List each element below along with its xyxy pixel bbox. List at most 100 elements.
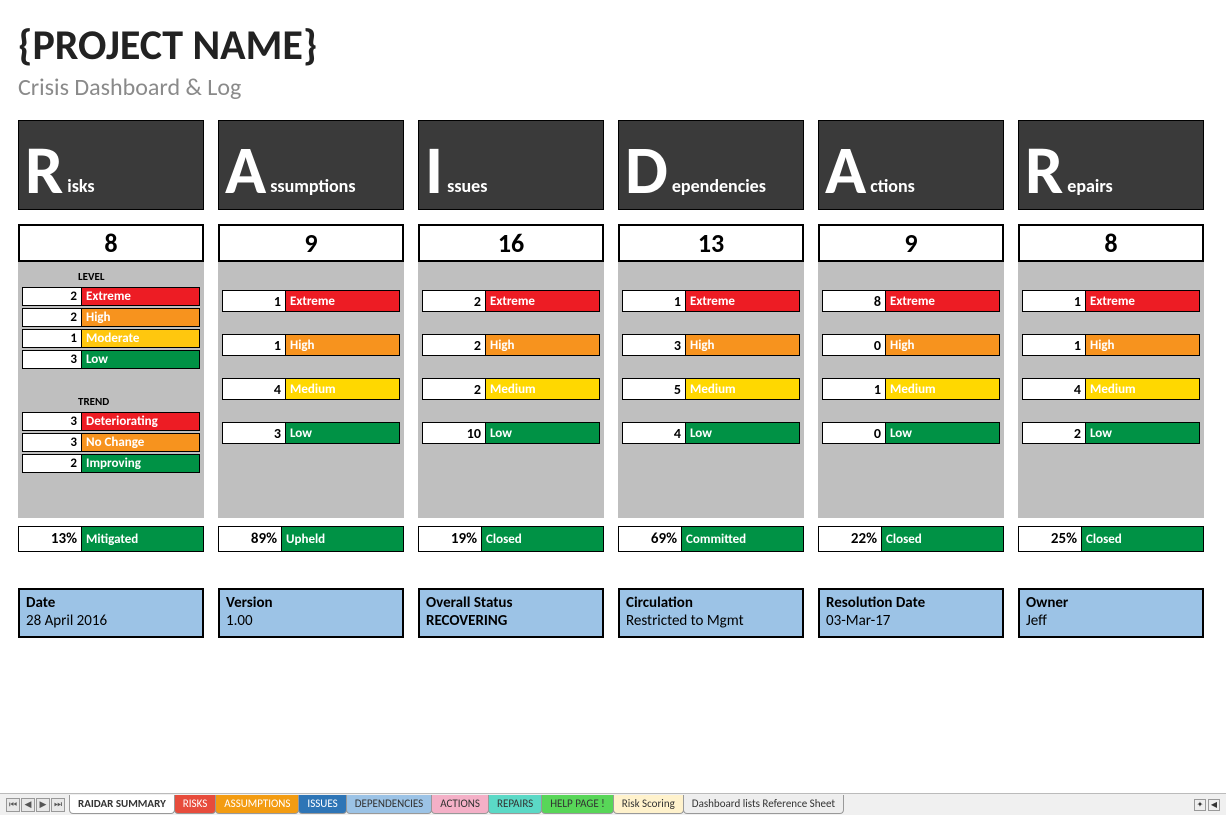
level-row: 1Moderate xyxy=(22,329,200,348)
level-count: 5 xyxy=(622,378,686,400)
info-label: Overall Status xyxy=(426,594,596,612)
column-header: Issues xyxy=(418,120,604,210)
column-header: Dependencies xyxy=(618,120,804,210)
level-row: 2High xyxy=(22,308,200,327)
sheet-tab[interactable]: Dashboard lists Reference Sheet xyxy=(683,795,844,814)
total-count: 9 xyxy=(218,224,404,262)
column-ssues: Issues162Extreme2High2Medium10Low19%Clos… xyxy=(418,120,604,552)
column-ctions: Actions98Extreme0High1Medium0Low22%Close… xyxy=(818,120,1004,552)
total-count: 8 xyxy=(18,224,204,262)
sheet-tab[interactable]: ACTIONS xyxy=(431,795,489,814)
level-row: 3High xyxy=(622,334,800,356)
level-label: Extreme xyxy=(886,290,1000,312)
info-label: Owner xyxy=(1026,594,1196,612)
tab-nav-next-icon[interactable]: ▶ xyxy=(36,798,50,812)
new-sheet-icon[interactable]: ✦ xyxy=(1194,799,1206,811)
level-row: 2Extreme xyxy=(422,290,600,312)
sheet-tab[interactable]: RISKS xyxy=(174,795,216,814)
tab-nav-prev-icon[interactable]: ◀ xyxy=(21,798,35,812)
level-label: High xyxy=(686,334,800,356)
level-count: 3 xyxy=(622,334,686,356)
level-label: No Change xyxy=(82,433,200,452)
info-value: Restricted to Mgmt xyxy=(626,612,744,630)
level-count: 10 xyxy=(422,422,486,444)
page-title: {PROJECT NAME} xyxy=(18,20,1208,71)
scroll-left-icon[interactable]: ◀ xyxy=(1208,799,1220,811)
sheet-tab[interactable]: Risk Scoring xyxy=(613,795,684,814)
level-row: 5Medium xyxy=(622,378,800,400)
level-row: 4Medium xyxy=(1022,378,1200,400)
level-label: Extreme xyxy=(486,290,600,312)
level-label: Low xyxy=(686,422,800,444)
percent-row: 89%Upheld xyxy=(218,526,404,552)
level-label: Medium xyxy=(286,378,400,400)
level-count: 8 xyxy=(822,290,886,312)
percent-label: Closed xyxy=(1082,526,1204,552)
sheet-tab[interactable]: ISSUES xyxy=(298,795,346,814)
level-label: Low xyxy=(286,422,400,444)
level-label: Extreme xyxy=(286,290,400,312)
tab-nav-first-icon[interactable]: ⏮ xyxy=(6,798,20,812)
header-rest: ssues xyxy=(443,175,487,209)
header-rest: isks xyxy=(63,175,94,209)
sheet-tab[interactable]: HELP PAGE ! xyxy=(541,795,614,814)
header-rest: ependencies xyxy=(668,175,766,209)
level-label: Extreme xyxy=(82,287,200,306)
column-ependencies: Dependencies131Extreme3High5Medium4Low69… xyxy=(618,120,804,552)
level-label: Medium xyxy=(886,378,1000,400)
sheet-tab[interactable]: REPAIRS xyxy=(488,795,542,814)
level-row: 4Medium xyxy=(222,378,400,400)
info-box: Date28 April 2016 xyxy=(18,588,204,638)
percent-row: 25%Closed xyxy=(1018,526,1204,552)
level-row: 1Extreme xyxy=(1022,290,1200,312)
level-label: Low xyxy=(82,350,200,369)
level-count: 3 xyxy=(22,433,82,452)
info-box: Version1.00 xyxy=(218,588,404,638)
level-label: Moderate xyxy=(82,329,200,348)
percent-label: Upheld xyxy=(282,526,404,552)
info-label: Date xyxy=(26,594,196,612)
percent-row: 69%Committed xyxy=(618,526,804,552)
percent-value: 19% xyxy=(418,526,482,552)
level-count: 2 xyxy=(22,308,82,327)
sheet-tab[interactable]: RAIDAR SUMMARY xyxy=(69,795,175,814)
info-value: RECOVERING xyxy=(426,612,507,630)
percent-label: Mitigated xyxy=(82,526,204,552)
breakdown-block: LEVEL2Extreme2High1Moderate3LowTREND3Det… xyxy=(18,262,204,518)
tab-nav-last-icon[interactable]: ⏭ xyxy=(51,798,65,812)
level-label: Low xyxy=(486,422,600,444)
level-count: 0 xyxy=(822,422,886,444)
level-label: Low xyxy=(886,422,1000,444)
level-count: 2 xyxy=(22,287,82,306)
level-label: Low xyxy=(1086,422,1200,444)
level-label: High xyxy=(286,334,400,356)
sheet-tab[interactable]: ASSUMPTIONS xyxy=(215,795,299,814)
page-subtitle: Crisis Dashboard & Log xyxy=(18,73,1208,102)
level-count: 1 xyxy=(622,290,686,312)
tab-nav-buttons[interactable]: ⏮ ◀ ▶ ⏭ xyxy=(2,798,69,812)
info-label: Resolution Date xyxy=(826,594,996,612)
column-epairs: Repairs81Extreme1High4Medium2Low25%Close… xyxy=(1018,120,1204,552)
level-count: 4 xyxy=(222,378,286,400)
sheet-tab[interactable]: DEPENDENCIES xyxy=(346,795,433,814)
breakdown-block: 8Extreme0High1Medium0Low xyxy=(818,262,1004,518)
level-label: Improving xyxy=(82,454,200,473)
percent-value: 69% xyxy=(618,526,682,552)
trend-label: TREND xyxy=(18,393,204,412)
total-count: 8 xyxy=(1018,224,1204,262)
column-header: Actions xyxy=(818,120,1004,210)
level-row: 0Low xyxy=(822,422,1000,444)
level-count: 1 xyxy=(822,378,886,400)
breakdown-block: 2Extreme2High2Medium10Low xyxy=(418,262,604,518)
percent-label: Committed xyxy=(682,526,804,552)
level-count: 1 xyxy=(22,329,82,348)
percent-value: 89% xyxy=(218,526,282,552)
level-label: Deteriorating xyxy=(82,412,200,431)
level-label: Medium xyxy=(1086,378,1200,400)
level-count: 2 xyxy=(22,454,82,473)
level-label: High xyxy=(1086,334,1200,356)
level-label: Medium xyxy=(486,378,600,400)
percent-value: 22% xyxy=(818,526,882,552)
header-letter: R xyxy=(1019,137,1063,209)
level-row: 1Extreme xyxy=(622,290,800,312)
